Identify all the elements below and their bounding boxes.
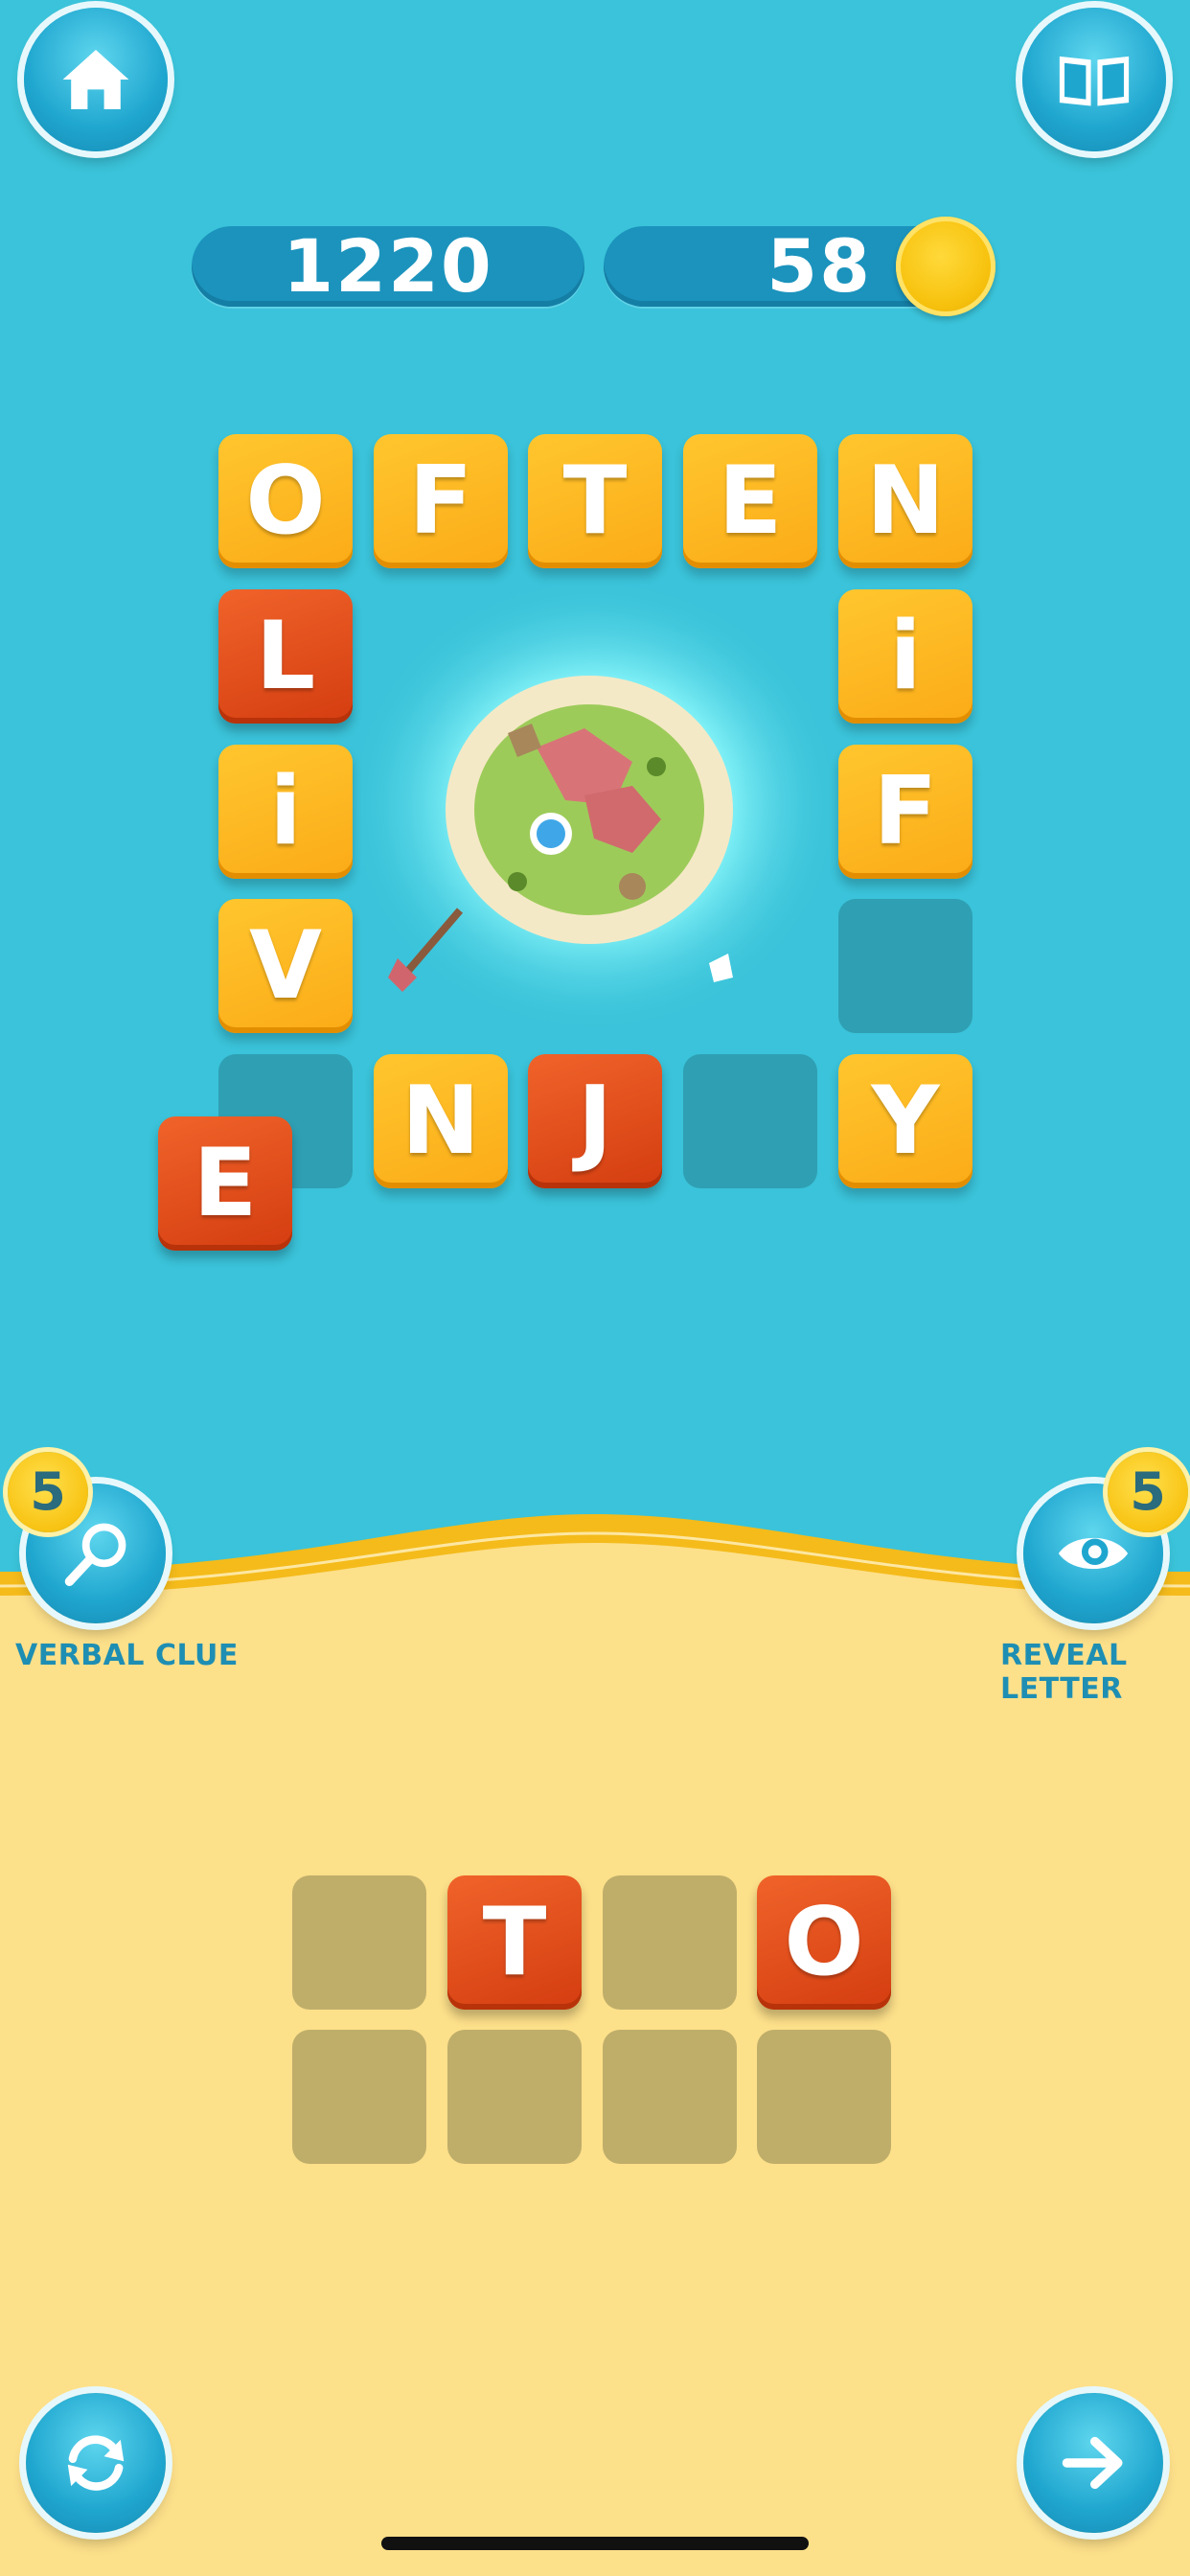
answer-tile[interactable]: O bbox=[757, 1875, 891, 2010]
shuffle-button[interactable] bbox=[26, 2393, 166, 2533]
board-tile: F bbox=[838, 745, 973, 879]
board-tile: N bbox=[838, 434, 973, 568]
answer-slot[interactable] bbox=[603, 2030, 737, 2164]
answer-slot[interactable] bbox=[292, 1875, 426, 2010]
coin-icon bbox=[896, 217, 995, 316]
board-tile: i bbox=[218, 745, 353, 879]
answer-slot[interactable] bbox=[603, 1875, 737, 2010]
arrow-right-icon bbox=[1062, 2436, 1123, 2490]
board-tile: Y bbox=[838, 1054, 973, 1188]
board-tile: T bbox=[528, 434, 662, 568]
answer-slot[interactable] bbox=[447, 2030, 582, 2164]
next-button[interactable] bbox=[1023, 2393, 1163, 2533]
board-tile: F bbox=[374, 434, 508, 568]
home-button[interactable] bbox=[24, 8, 168, 151]
board-tile: V bbox=[218, 899, 353, 1033]
answer-slot[interactable] bbox=[292, 2030, 426, 2164]
book-icon bbox=[1059, 56, 1130, 106]
board-tile: N bbox=[374, 1054, 508, 1188]
verbal-clue-count: 5 bbox=[8, 1452, 88, 1532]
answer-slot[interactable] bbox=[757, 2030, 891, 2164]
home-icon bbox=[62, 50, 129, 109]
board-tile: L bbox=[218, 589, 353, 724]
reveal-letter-label: REVEAL LETTER bbox=[1000, 1639, 1128, 1706]
island-illustration bbox=[345, 575, 843, 1035]
eye-icon bbox=[1058, 1537, 1129, 1570]
score-display: 1220 bbox=[192, 226, 584, 307]
board-tile: J bbox=[528, 1054, 662, 1188]
answer-tile[interactable]: T bbox=[447, 1875, 582, 2010]
board-tile: O bbox=[218, 434, 353, 568]
reveal-letter-count: 5 bbox=[1108, 1452, 1188, 1532]
board-tile: i bbox=[838, 589, 973, 724]
verbal-clue-label: VERBAL CLUE bbox=[15, 1639, 239, 1672]
empty-board-slot[interactable] bbox=[838, 899, 973, 1033]
empty-board-slot[interactable] bbox=[683, 1054, 817, 1188]
home-indicator bbox=[381, 2537, 809, 2550]
refresh-icon bbox=[67, 2435, 125, 2491]
dragged-letter-tile[interactable]: E bbox=[158, 1116, 292, 1251]
book-button[interactable] bbox=[1022, 8, 1166, 151]
board-tile: E bbox=[683, 434, 817, 568]
